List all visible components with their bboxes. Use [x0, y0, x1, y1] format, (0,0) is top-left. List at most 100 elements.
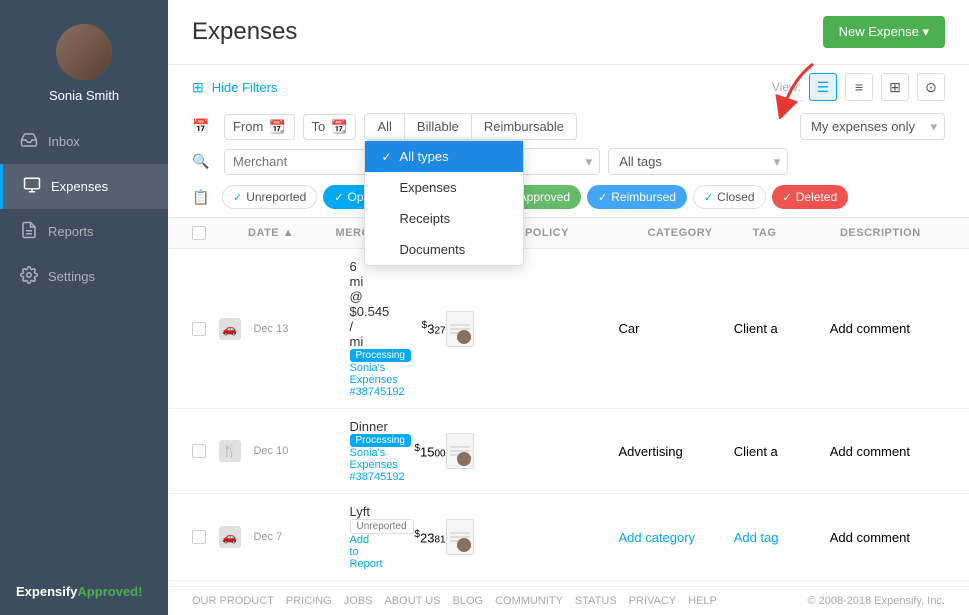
row-desc-3[interactable]: Add comment: [830, 530, 945, 545]
chip-label-unreported: Unreported: [246, 190, 306, 204]
footer-link-status[interactable]: STATUS: [575, 595, 617, 607]
header-category: CATEGORY: [647, 227, 752, 239]
footer-link-about[interactable]: ABOUT US: [384, 595, 440, 607]
to-date-input-wrap[interactable]: To 📆: [303, 114, 357, 140]
row-receipt-3: [446, 519, 484, 555]
row-tag-1[interactable]: Client a: [734, 321, 830, 336]
settings-label: Settings: [48, 269, 95, 284]
table-row[interactable]: 🚗 Dec 7 Lyft Unreported Add to Report $2…: [168, 494, 969, 581]
type-option-label3: Receipts: [400, 211, 451, 226]
from-date-input-wrap[interactable]: From 📆: [224, 114, 295, 140]
tag-filter-wrap[interactable]: All tags: [608, 148, 788, 175]
date-col-label: DATE ▲: [248, 227, 294, 239]
row-tag-2[interactable]: Client a: [734, 444, 830, 459]
calendar-icon2: 📆: [331, 119, 347, 135]
row-desc-2[interactable]: Add comment: [830, 444, 945, 459]
table-row[interactable]: 🍴 Dec 10 Dinner Processing Sonia's Expen…: [168, 409, 969, 494]
row-category-3[interactable]: Add category: [618, 530, 733, 545]
chip-check-unreported: ✓: [233, 191, 242, 204]
view-controls: View: ☰ ≡ ⊞ ⊙: [772, 73, 945, 101]
type-option-expenses[interactable]: ✓ Expenses: [365, 172, 523, 203]
sidebar-item-reports[interactable]: Reports: [0, 209, 168, 254]
expenses-label: Expenses: [51, 179, 108, 194]
food-icon: 🍴: [219, 440, 241, 462]
type-option-receipts[interactable]: ✓ Receipts: [365, 203, 523, 234]
view-map-button[interactable]: ⊙: [917, 73, 945, 101]
row-amount-2: $1500: [350, 443, 446, 459]
chip-check-deleted: ✓: [783, 191, 792, 204]
row-checkbox-1[interactable]: [192, 322, 219, 336]
header-description: DESCRIPTION: [840, 227, 945, 239]
filter-icon: ⊞: [192, 79, 204, 96]
row-checkbox-3[interactable]: [192, 530, 219, 544]
select-all-checkbox[interactable]: [192, 226, 206, 240]
car-icon: 🚗: [219, 318, 241, 340]
chip-check-open: ✓: [334, 191, 343, 204]
main-footer: OUR PRODUCT PRICING JOBS ABOUT US BLOG C…: [168, 586, 969, 615]
type-reimbursable-button[interactable]: Reimbursable: [472, 114, 576, 139]
brand-name: Expensify: [16, 584, 77, 599]
type-option-label4: Documents: [400, 242, 466, 257]
calendar-icon: 📆: [269, 119, 285, 135]
sidebar-item-expenses[interactable]: Expenses: [0, 164, 168, 209]
user-name: Sonia Smith: [49, 88, 119, 103]
to-label: To: [312, 119, 326, 134]
footer-link-help[interactable]: HELP: [688, 595, 717, 607]
footer-link-privacy[interactable]: PRIVACY: [629, 595, 676, 607]
type-option-label2: Expenses: [400, 180, 457, 195]
my-expenses-select[interactable]: My expenses only: [800, 113, 945, 140]
chip-label-approved: Approved: [519, 190, 570, 204]
view-list-button[interactable]: ≡: [845, 73, 873, 101]
new-expense-button[interactable]: New Expense ▾: [823, 16, 945, 48]
report-link-1[interactable]: Sonia's Expenses #38745192: [350, 362, 405, 398]
my-expenses-select-wrap[interactable]: My expenses only: [800, 113, 945, 140]
footer-link-product[interactable]: OUR PRODUCT: [192, 595, 274, 607]
row-tag-3[interactable]: Add tag: [734, 530, 830, 545]
header-policy: POLICY: [525, 227, 648, 239]
row-receipt-1: [446, 311, 484, 347]
reports-icon: [20, 221, 38, 242]
header-tag: TAG: [752, 227, 840, 239]
view-list-compact-button[interactable]: ☰: [809, 73, 837, 101]
header-date[interactable]: DATE ▲: [248, 227, 336, 239]
footer-link-community[interactable]: COMMUNITY: [495, 595, 563, 607]
footer-link-pricing[interactable]: PRICING: [286, 595, 332, 607]
status-chip-unreported[interactable]: ✓ Unreported: [222, 185, 317, 209]
table-header: DATE ▲ MERCHANT AMOUNT POLICY CATEGORY T…: [168, 218, 969, 249]
footer-link-jobs[interactable]: JOBS: [344, 595, 373, 607]
row-checkbox-2[interactable]: [192, 444, 219, 458]
main-content: Expenses New Expense ▾ ⊞ Hide Filters Vi…: [168, 0, 969, 615]
category-col-label: CATEGORY: [647, 227, 712, 239]
row-category-1[interactable]: Car: [618, 321, 733, 336]
inbox-icon: [20, 131, 38, 152]
tag-col-label: TAG: [752, 227, 776, 239]
tag-select[interactable]: All tags: [608, 148, 788, 175]
type-billable-button[interactable]: Billable: [405, 114, 472, 139]
table-row[interactable]: 🚗 Dec 13 6 mi @ $0.545 / mi Processing S…: [168, 249, 969, 409]
type-all-button[interactable]: All: [365, 114, 404, 139]
view-grid-button[interactable]: ⊞: [881, 73, 909, 101]
sidebar-item-settings[interactable]: Settings: [0, 254, 168, 299]
status-chip-reimbursed[interactable]: ✓ Reimbursed: [587, 185, 687, 209]
chip-label-closed: Closed: [717, 190, 754, 204]
status-chip-deleted[interactable]: ✓ Deleted: [772, 185, 849, 209]
type-option-documents[interactable]: ✓ Documents: [365, 234, 523, 265]
row-receipt-2: [446, 433, 484, 469]
view-label: View:: [772, 80, 801, 94]
chip-check-reimbursed: ✓: [598, 191, 607, 204]
merchant-filter-icon: 🔍: [192, 153, 216, 170]
copyright: © 2008-2018 Expensify, Inc.: [807, 595, 945, 607]
hide-filters-button[interactable]: ⊞ Hide Filters: [192, 79, 277, 96]
user-profile[interactable]: Sonia Smith: [0, 0, 168, 119]
footer-link-blog[interactable]: BLOG: [453, 595, 484, 607]
type-option-all-types[interactable]: ✓ All types: [365, 141, 523, 172]
from-label: From: [233, 119, 263, 134]
nav-menu: Inbox Expenses: [0, 119, 168, 568]
sidebar-item-inbox[interactable]: Inbox: [0, 119, 168, 164]
brand-approved: Approved!: [77, 584, 142, 599]
merchant-search-input[interactable]: [233, 154, 383, 169]
row-category-2[interactable]: Advertising: [618, 444, 733, 459]
date-filter-icon: 📅: [192, 118, 216, 135]
row-desc-1[interactable]: Add comment: [830, 321, 945, 336]
status-chip-closed[interactable]: ✓ Closed: [693, 185, 766, 209]
